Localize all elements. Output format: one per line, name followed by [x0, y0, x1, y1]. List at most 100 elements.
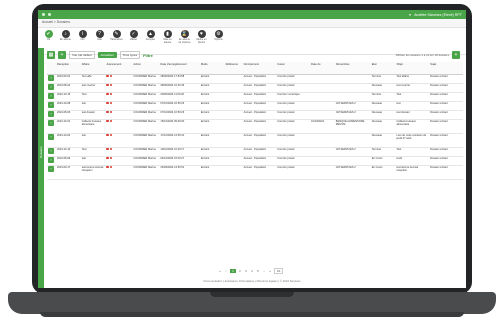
column-header[interactable]: Etat	[370, 62, 396, 75]
grid-view-button[interactable]: ▦	[47, 51, 55, 59]
open-row-button[interactable]: ›	[48, 157, 54, 163]
open-row-button[interactable]: ›	[48, 75, 54, 81]
table-cell: COURRIER Marine	[132, 156, 160, 166]
toolbar-item-bookmark[interactable]: ▮ Mise en attente	[161, 30, 174, 45]
toolbar-item-info[interactable]: i Info	[76, 30, 89, 42]
column-header[interactable]: Réception	[55, 62, 81, 75]
open-row-button[interactable]: ›	[48, 166, 54, 172]
table-cell: Courrier postal	[276, 74, 311, 84]
row-action-cell: ›	[47, 92, 56, 102]
table-cell: Annuel - Population	[242, 165, 277, 180]
page-link[interactable]: ‹	[224, 269, 228, 273]
table-cell: Annuel - Population	[242, 110, 277, 120]
table-cell: 2024-08-06	[55, 110, 81, 120]
toolbar-item-label: Ok	[46, 38, 51, 41]
column-header[interactable]: Mode	[199, 62, 225, 75]
page-link[interactable]: 5	[256, 269, 260, 273]
user-icon: ●	[408, 12, 412, 17]
table-cell	[224, 92, 243, 102]
open-row-button[interactable]: ›	[48, 120, 54, 126]
table-cell: Test	[395, 92, 430, 102]
page-link[interactable]: ›	[262, 269, 266, 273]
view-select[interactable]: Vue par défaut	[69, 51, 95, 59]
table-cell: test	[80, 133, 106, 148]
table-row[interactable]: › 2024-09-17 test lecture Accusé réception…	[47, 165, 463, 180]
column-header[interactable]: Date du	[310, 62, 335, 75]
side-tab[interactable]: Dossiers	[38, 48, 44, 288]
open-row-button[interactable]: ›	[48, 111, 54, 117]
toolbar-item-wrench[interactable]: ✎ Paramètres	[110, 30, 123, 42]
status-dot-icon	[106, 111, 109, 114]
type-select[interactable]: Tous types	[119, 51, 141, 59]
table-row[interactable]: › 2024-09-01 Test affa COURRIER Marine 28/06…	[47, 74, 463, 84]
column-header[interactable]: Nom/prénom	[242, 62, 277, 75]
page-size-select[interactable]: 10	[274, 268, 284, 274]
export-button[interactable]: +	[452, 51, 460, 59]
page-link[interactable]: «	[218, 269, 222, 273]
table-cell: test	[80, 101, 106, 111]
status-dot-icon	[109, 111, 113, 114]
page-link[interactable]: 3	[244, 269, 248, 273]
column-header[interactable]: Objet	[395, 62, 430, 75]
column-header[interactable]: Avancement	[105, 62, 133, 75]
page-link[interactable]: 4	[250, 269, 254, 273]
table-cell	[334, 92, 371, 102]
table-row[interactable]: › 2024-10-10 Test COURRIER Marine 10/10/2024…	[47, 147, 463, 157]
table-row[interactable]: › 2024-10-01 Collecte bureaux alimentaire C…	[47, 119, 463, 134]
table-row[interactable]: › 2024-10-15 Test COURRIER Marine 20/06/2024…	[47, 92, 463, 102]
column-header[interactable]: Canal	[276, 62, 311, 75]
table-cell	[310, 133, 335, 148]
column-header[interactable]	[47, 62, 56, 75]
toolbar-item-question[interactable]: ? Aide	[93, 30, 106, 42]
column-header[interactable]: Action	[132, 62, 160, 75]
table-cell	[310, 156, 335, 166]
table-cell: 07/10/2024 16:50:26	[159, 110, 200, 120]
open-row-button[interactable]: ›	[48, 102, 54, 108]
open-row-button[interactable]: ›	[48, 84, 54, 90]
menu-dot-icon[interactable]	[48, 13, 51, 16]
toolbar-item-settings[interactable]: ⚙ Options	[212, 30, 225, 42]
filter-link[interactable]: Filtre	[143, 53, 153, 58]
user-menu[interactable]: ● Amétée Sánchez (Elevé) RPT	[409, 13, 462, 17]
toolbar-item-bell[interactable]: ♪ En attente	[59, 30, 72, 42]
column-header[interactable]: Sujet	[429, 62, 463, 75]
column-header[interactable]: Date d'enregistrement	[159, 62, 200, 75]
table-cell: Dossier entrant	[429, 92, 463, 102]
top-bar: ● Amétée Sánchez (Elevé) RPT	[38, 10, 466, 19]
table-row[interactable]: › 2024-10-08 test COURRIER Marine 07/10/2024…	[47, 101, 463, 111]
table-cell: 2024-09-01	[55, 74, 81, 84]
toolbar-item-label: Accepter	[145, 38, 156, 41]
open-row-button[interactable]: ›	[48, 148, 54, 154]
table-row[interactable]: › 2024-10-02 test COURRIER Marine 17/10/2024…	[47, 133, 463, 148]
page-link[interactable]: 2	[238, 269, 242, 273]
column-header[interactable]: Affaire	[80, 62, 106, 75]
heart-icon: ♥	[197, 30, 206, 38]
menu-dot-icon[interactable]	[42, 13, 45, 16]
table-cell: BANQUE ALIMENTAIRE RÉUSSI	[334, 119, 371, 134]
toolbar-item-label: Info	[80, 38, 85, 41]
table-body: › 2024-09-01 Test affa COURRIER Marine 28/06…	[47, 74, 463, 180]
page-link[interactable]: »	[268, 269, 272, 273]
toolbar-item-heart[interactable]: ♥ Mettre en favoris	[195, 30, 208, 45]
toolbar-item-checkmark[interactable]: ✓ Valider	[127, 30, 140, 42]
table-cell	[224, 156, 243, 166]
page-link[interactable]: 1	[230, 269, 236, 273]
table-cell: En Cours	[370, 156, 396, 166]
controls-bar: ▦ + Vue par défaut Actualiser Tous types…	[47, 50, 460, 60]
table-row[interactable]: › 2024-08-06 test dossier COURRIER Marine 07…	[47, 110, 463, 120]
toolbar-item-check-circle[interactable]: ✔ Ok	[42, 30, 55, 42]
open-row-button[interactable]: ›	[48, 134, 54, 140]
table-row[interactable]: › 2024-08-24 test courrier COURRIER Marine 2…	[47, 83, 463, 93]
column-header[interactable]: Référence	[224, 62, 243, 75]
toolbar-item-hourglass[interactable]: ⌛ En attente de réponse	[178, 30, 191, 45]
table-cell: 2024-09-17	[55, 165, 81, 180]
column-header[interactable]: Démarches	[334, 62, 371, 75]
table-cell: Courrier postal	[276, 83, 311, 93]
refresh-button[interactable]: Actualiser	[97, 52, 117, 58]
add-button[interactable]: +	[58, 51, 66, 59]
toolbar-item-thumbs-up[interactable]: ▲ Accepter	[144, 30, 157, 42]
table-cell: 07/10/2024 16:50:26	[159, 101, 200, 111]
open-row-button[interactable]: ›	[48, 93, 54, 99]
table-row[interactable]: › 2024-08-09 test COURRIER Marine 04/10/2024…	[47, 156, 463, 166]
table-cell: Terminé	[370, 147, 396, 157]
